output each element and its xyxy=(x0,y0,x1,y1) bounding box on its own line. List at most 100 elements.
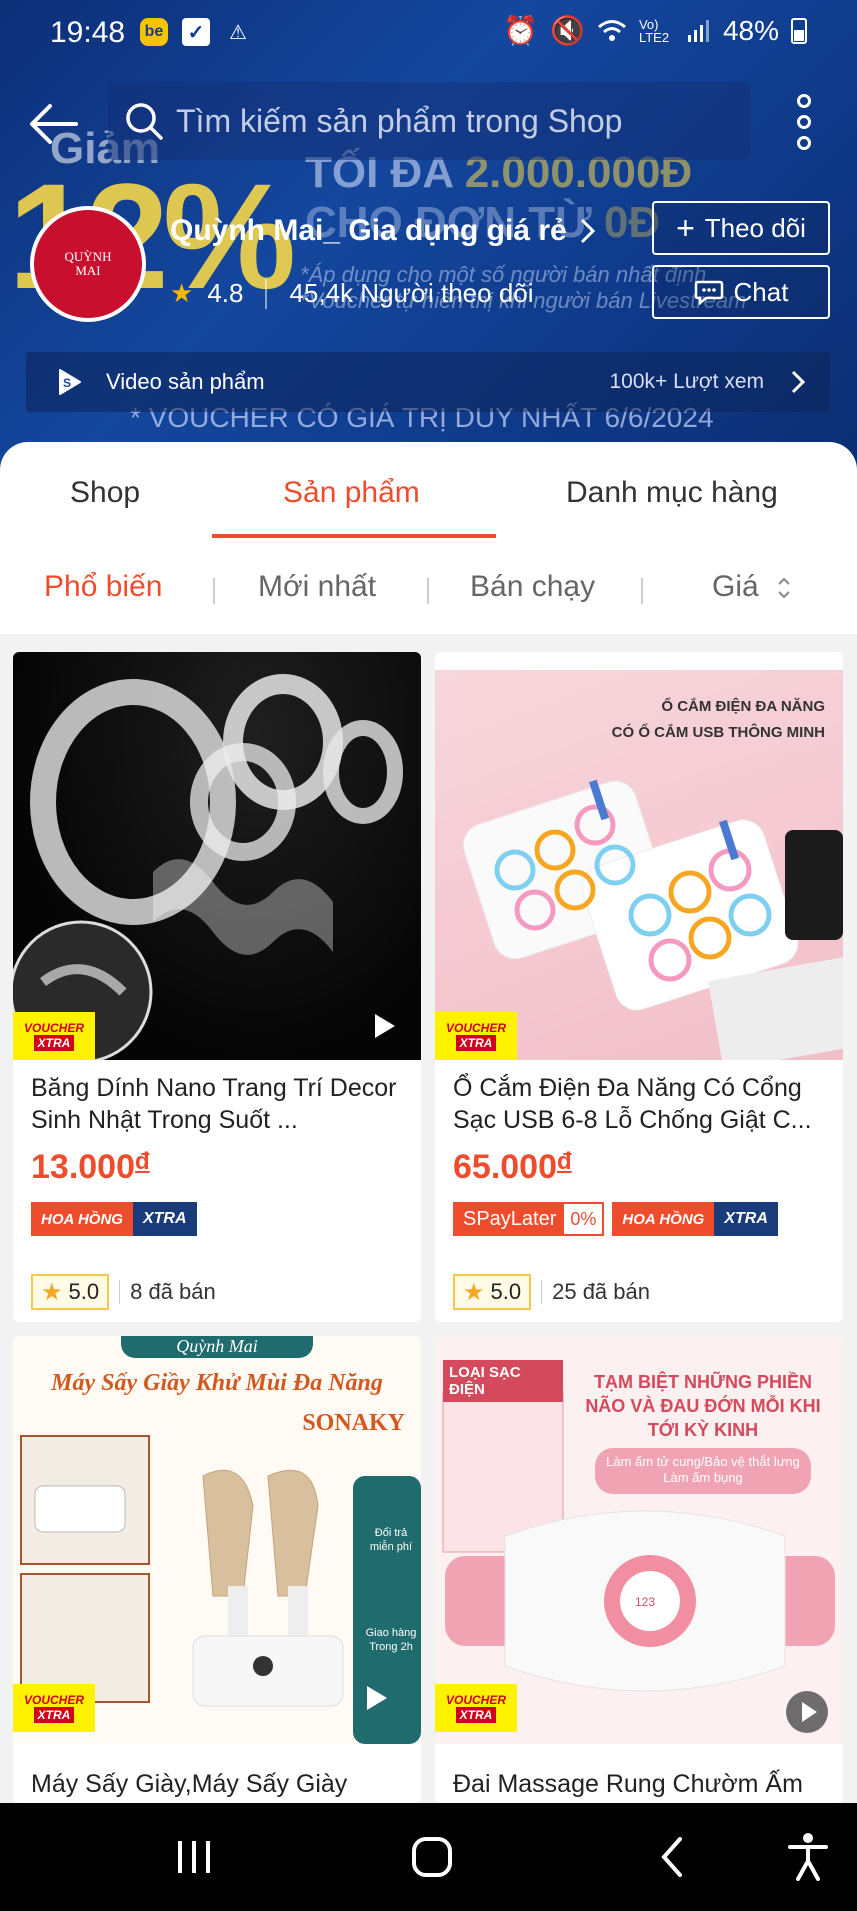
chat-button[interactable]: Chat xyxy=(652,265,830,319)
svg-text:S: S xyxy=(63,376,71,390)
delivery-badge: Giao hàng Trong 2h xyxy=(365,1627,417,1653)
sort-arrows-icon xyxy=(778,577,790,599)
badge-row: SPayLater 0% HOA HỒNG XTRA xyxy=(453,1202,778,1236)
shop-name: Quỳnh Mai_ Gia dụng giá rẻ xyxy=(170,214,567,247)
product-price: 65.000đ xyxy=(453,1148,572,1186)
warning-icon: ⚠ xyxy=(229,21,247,44)
star-icon: ★ xyxy=(170,278,194,308)
back-arrow-icon[interactable] xyxy=(26,96,82,152)
sort-price[interactable]: Giá xyxy=(712,570,793,604)
signal-icon xyxy=(687,19,709,42)
shop-rating: 4.8 xyxy=(207,278,244,308)
sort-divider xyxy=(641,578,643,604)
be-app-icon: be xyxy=(140,18,168,46)
tab-products[interactable]: Sản phẩm xyxy=(283,476,420,510)
image-subline: Làm ấm tử cung/Bảo vệ thắt lưng Làm ấm b… xyxy=(595,1448,811,1494)
product-rating: 5.0 xyxy=(68,1279,100,1304)
product-title: Ổ Cắm Điện Đa Năng Có Cổng Sạc USB 6-8 L… xyxy=(453,1074,812,1134)
play-video-icon[interactable] xyxy=(785,1690,829,1734)
search-icon xyxy=(126,103,163,140)
shop-avatar[interactable]: QUỲNH MAI xyxy=(30,206,146,322)
video-products-strip[interactable]: S Video sản phẩm 100k+ Lượt xem xyxy=(26,352,830,412)
image-headline: TẠM BIỆT NHỮNG PHIỀN NÃO VÀ ĐAU ĐỚN MỖI … xyxy=(585,1372,821,1440)
plus-icon: + xyxy=(676,210,695,246)
rating-box: ★ 5.0 xyxy=(31,1274,110,1310)
sold-count: 8 đã bán xyxy=(130,1279,216,1304)
shop-tabs: Shop Sản phẩm Danh mục hàng xyxy=(0,442,857,542)
battery-percent: 48% xyxy=(722,14,779,46)
voucher-xtra-tag: VOUCHER XTRA xyxy=(13,1684,95,1732)
battery-icon xyxy=(791,17,807,44)
shop-name-link[interactable]: Quỳnh Mai_ Gia dụng giá rẻ xyxy=(170,214,599,248)
rating-box: ★ 5.0 xyxy=(453,1274,532,1310)
avatar-line1: QUỲNH xyxy=(64,249,112,264)
voucher-xtra-tag: VOUCHER XTRA xyxy=(435,1012,517,1060)
svg-text:123: 123 xyxy=(635,1595,655,1609)
follow-label: Theo dõi xyxy=(704,212,806,243)
badge-row: HOA HỒNG XTRA xyxy=(31,1202,197,1236)
chevron-right-icon xyxy=(580,218,595,244)
free-return-badge: Đổi trả miễn phí xyxy=(369,1527,413,1553)
image-headline: Máy Sấy Giầy Khử Mùi Đa Năng xyxy=(51,1370,383,1396)
accessibility-icon[interactable] xyxy=(786,1831,830,1881)
rating-row: ★ 5.0 8 đã bán xyxy=(31,1274,216,1310)
product-image[interactable]: LOẠI SẠC ĐIỆN TẠM BIỆT NHỮNG PHIỀN NÃO V… xyxy=(435,1336,843,1744)
back-icon[interactable] xyxy=(658,1835,686,1879)
video-label: Video sản phẩm xyxy=(106,369,265,394)
product-card[interactable]: VOUCHER XTRA Băng Dính Nano Trang Trí De… xyxy=(13,652,421,1322)
shop-search-bar[interactable] xyxy=(108,82,750,160)
active-tab-underline xyxy=(212,534,496,538)
voucher-xtra-tag: VOUCHER XTRA xyxy=(13,1012,95,1060)
checkbox-notification-icon: ✓ xyxy=(182,18,210,46)
product-title: Đai Massage Rung Chườm Ấm xyxy=(453,1770,803,1798)
rating-divider xyxy=(119,1280,121,1304)
rating-row: ★ 5.0 25 đã bán xyxy=(453,1274,650,1310)
mute-icon: 🔇 xyxy=(550,15,585,46)
product-card[interactable]: Ổ CẮM ĐIỆN ĐA NĂNG CÓ Ổ CẮM USB THÔNG MI… xyxy=(435,652,843,1322)
more-options-icon[interactable] xyxy=(792,94,816,150)
product-price: 13.000đ xyxy=(31,1148,150,1186)
search-input[interactable] xyxy=(166,102,750,140)
sort-popular[interactable]: Phổ biến xyxy=(44,570,162,604)
network-label: Vo) LTE2 xyxy=(638,16,670,45)
play-video-icon[interactable] xyxy=(363,1006,403,1046)
spaylater-badge: SPayLater 0% xyxy=(453,1202,605,1236)
product-card[interactable]: LOẠI SẠC ĐIỆN TẠM BIỆT NHỮNG PHIỀN NÃO V… xyxy=(435,1336,843,1803)
wifi-icon xyxy=(597,19,626,41)
nano-tape-image xyxy=(13,674,403,1060)
sort-divider xyxy=(427,578,429,604)
sold-count: 25 đã bán xyxy=(552,1279,650,1304)
product-image[interactable]: Ổ CẮM ĐIỆN ĐA NĂNG CÓ Ổ CẮM USB THÔNG MI… xyxy=(435,670,843,1060)
image-caption: Ổ CẮM ĐIỆN ĐA NĂNG CÓ Ổ CẮM USB THÔNG MI… xyxy=(611,698,825,741)
sort-newest[interactable]: Mới nhất xyxy=(258,570,376,604)
product-title: Máy Sấy Giày,Máy Sấy Giày xyxy=(31,1770,348,1798)
tab-shop[interactable]: Shop xyxy=(70,476,140,510)
avatar-line2: MAI xyxy=(75,263,101,278)
product-title: Băng Dính Nano Trang Trí Decor Sinh Nhật… xyxy=(31,1074,397,1134)
chat-label: Chat xyxy=(733,276,789,307)
hoa-hong-xtra-badge: HOA HỒNG XTRA xyxy=(31,1202,197,1236)
sort-price-label: Giá xyxy=(712,570,759,603)
chat-bubble-icon xyxy=(694,280,723,305)
sort-divider xyxy=(213,578,215,604)
status-time: 19:48 xyxy=(50,16,126,49)
stat-divider xyxy=(265,278,268,309)
system-navigation-bar xyxy=(0,1803,857,1911)
product-card[interactable]: Quỳnh Mai Máy Sấy Giầy Khử Mùi Đa Năng S… xyxy=(13,1336,421,1803)
product-image[interactable]: VOUCHER XTRA xyxy=(13,652,421,1060)
shop-banner: Giảm 12% TỐI ĐA 2.000.000Đ CHO ĐƠN TỪ 0Đ… xyxy=(0,0,857,470)
play-video-icon[interactable] xyxy=(355,1678,395,1718)
rating-divider xyxy=(541,1280,543,1304)
product-image[interactable]: Quỳnh Mai Máy Sấy Giầy Khử Mùi Đa Năng S… xyxy=(13,1336,421,1744)
star-icon: ★ xyxy=(41,1278,63,1306)
sort-best-selling[interactable]: Bán chạy xyxy=(470,570,595,604)
image-label: LOẠI SẠC ĐIỆN xyxy=(443,1360,563,1402)
home-icon[interactable] xyxy=(410,1835,454,1879)
star-icon: ★ xyxy=(463,1278,485,1306)
follow-button[interactable]: + Theo dõi xyxy=(652,201,830,255)
hoa-hong-xtra-badge: HOA HỒNG XTRA xyxy=(612,1202,778,1236)
tab-categories[interactable]: Danh mục hàng xyxy=(566,476,778,510)
product-rating: 5.0 xyxy=(490,1279,522,1304)
shop-stats: ★ 4.8 45,4k Người theo dõi xyxy=(170,278,534,309)
recent-apps-icon[interactable] xyxy=(174,1837,214,1877)
